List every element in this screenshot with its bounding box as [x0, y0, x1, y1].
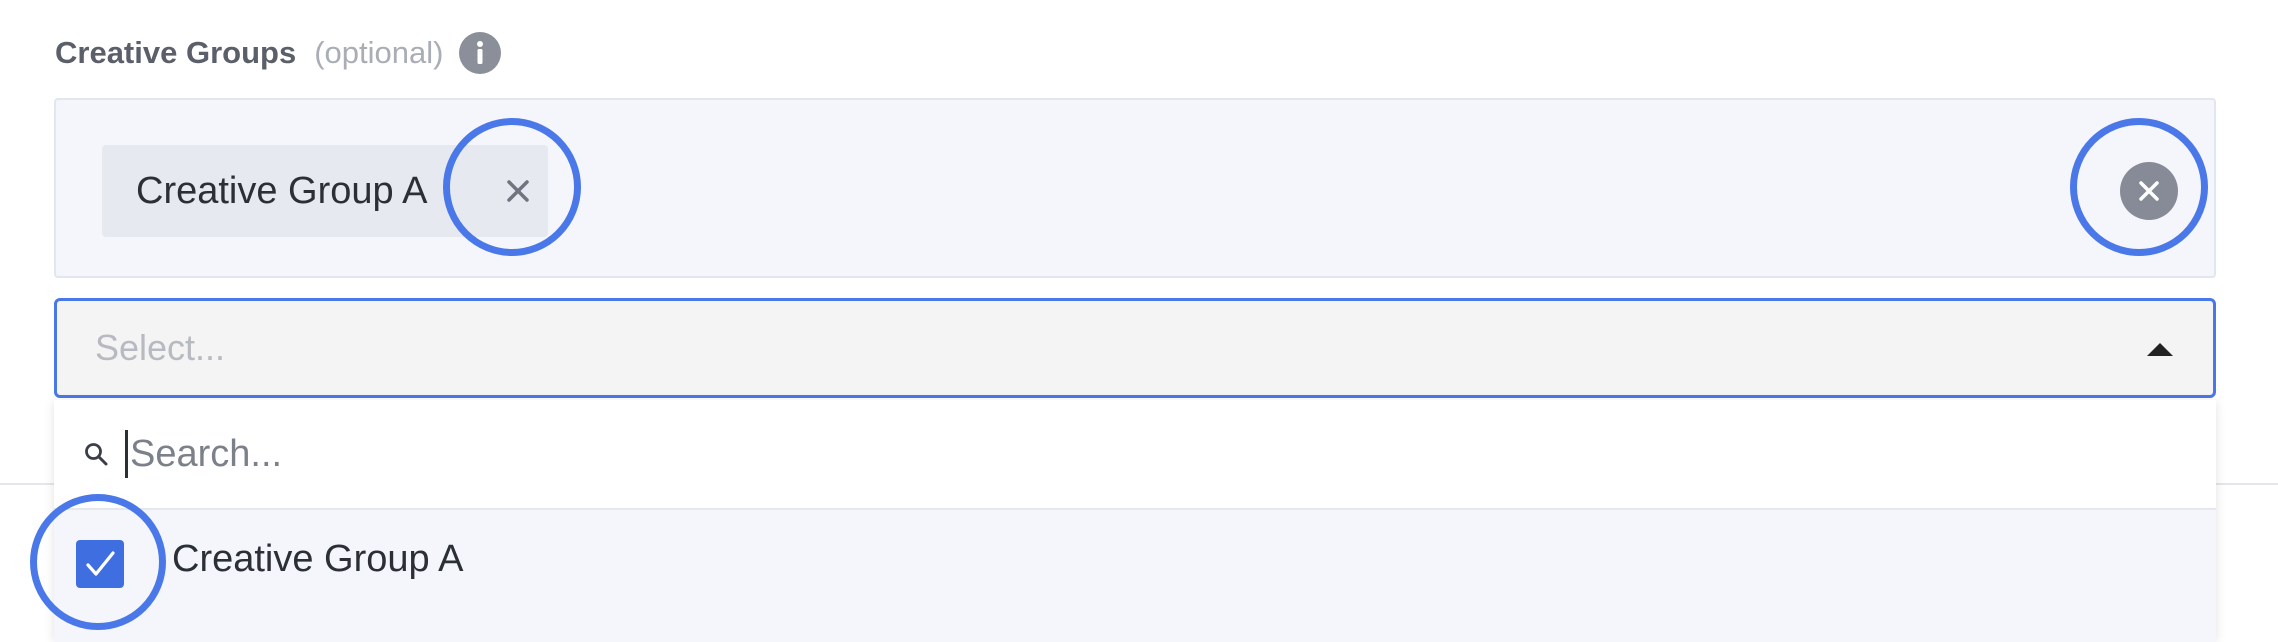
selected-tags-container: Creative Group A [54, 98, 2216, 278]
field-title: Creative Groups [55, 35, 297, 70]
select-control[interactable]: Select... [54, 298, 2216, 398]
dropdown-menu: Creative Group A [54, 400, 2216, 642]
tag-chip: Creative Group A [102, 145, 548, 237]
close-icon[interactable] [492, 165, 544, 217]
dropdown-search-row [54, 400, 2216, 510]
tag-chip-label: Creative Group A [136, 169, 428, 212]
select-placeholder: Select... [95, 327, 226, 368]
optional-hint: (optional) [314, 35, 444, 70]
option-label: Creative Group A [172, 538, 464, 580]
caret-up-icon[interactable] [2147, 343, 2173, 356]
info-icon[interactable] [459, 32, 502, 74]
checkbox-checked-icon[interactable] [76, 540, 124, 588]
clear-circle-icon[interactable] [2120, 162, 2178, 220]
field-label: Creative Groups (optional) [55, 30, 502, 76]
search-input[interactable] [125, 430, 1932, 478]
dropdown-option[interactable]: Creative Group A [54, 510, 2216, 642]
search-icon [81, 439, 111, 469]
